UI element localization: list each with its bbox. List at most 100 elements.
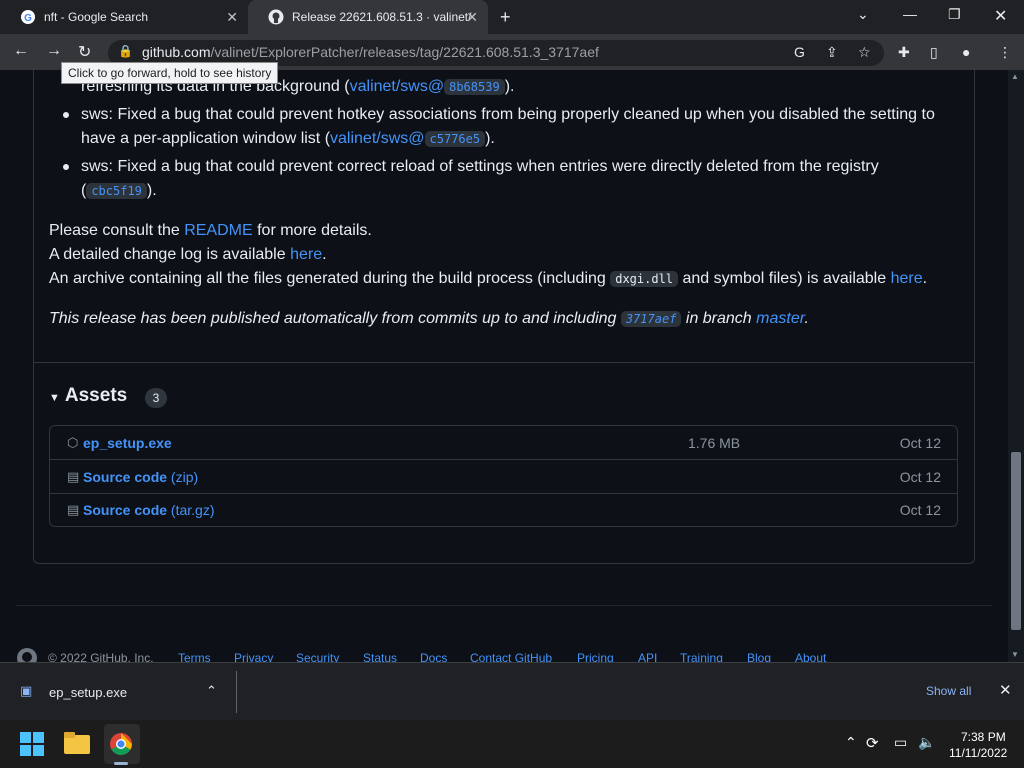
commit-link[interactable]: valinet/sws@ [350,78,445,95]
bookmark-star-icon[interactable]: ☆ [858,44,871,61]
chevron-up-icon[interactable]: ⌃ [845,734,857,751]
tab-google-search[interactable]: G nft - Google Search ✕ [0,0,248,34]
forward-icon[interactable]: → [46,42,62,60]
assets-count-badge: 3 [145,388,167,408]
asset-link[interactable]: ep_setup.exe [83,435,172,451]
assets-toggle[interactable]: ▼ Assets [49,385,127,407]
show-all-button[interactable]: Show all [926,684,971,698]
commit-code[interactable]: cbc5f19 [86,183,147,199]
asset-link[interactable]: Source code (tar.gz) [83,502,215,518]
volume-icon[interactable]: 🔈 [918,734,935,751]
triangle-down-icon: ▼ [49,392,60,404]
tab-strip: G nft - Google Search ✕ Release 22621.60… [0,0,1024,34]
tab-title: Release 22621.608.51.3 · valinet/E [292,10,472,24]
close-tab-icon[interactable]: ✕ [466,9,478,26]
close-window-icon[interactable]: ✕ [994,6,1007,26]
forward-tooltip: Click to go forward, hold to see history [61,62,278,84]
asset-size: 1.76 MB [688,435,741,451]
commit-link[interactable]: valinet/sws@ [330,130,425,147]
windows-taskbar: ⌃ ⟳ ▭ 🔈 7:38 PM 11/11/2022 [0,720,1024,768]
footer-link-api[interactable]: API [638,651,657,662]
chrome-icon [110,733,132,755]
scrollbar-thumb[interactable] [1011,452,1021,630]
footer-link-terms[interactable]: Terms [178,651,211,662]
dxgi-code: dxgi.dll [610,271,679,287]
bullet-text: (cbc5f19). [81,182,157,199]
url-text[interactable]: github.com/valinet/ExplorerPatcher/relea… [142,44,599,60]
footer-link-status[interactable]: Status [363,651,397,662]
minimize-icon[interactable]: — [903,6,917,22]
footer-link-blog[interactable]: Blog [747,651,771,662]
google-icon: G [21,10,35,24]
changelog-paragraph: A detailed change log is available here. [49,246,327,263]
asset-row: ⬡ ep_setup.exe 1.76 MB Oct 12 [50,426,957,460]
footer-link-security[interactable]: Security [296,651,339,662]
clock-date[interactable]: 11/11/2022 [949,746,1007,760]
asset-row: ▤ Source code (zip) Oct 12 [50,460,957,494]
close-shelf-icon[interactable]: ✕ [999,681,1012,699]
assets-table: ⬡ ep_setup.exe 1.76 MB Oct 12 ▤ Source c… [49,425,958,527]
tab-title: nft - Google Search [44,10,149,24]
github-release-page: refreshing its data in the background (v… [0,70,1008,662]
asset-date: Oct 12 [899,435,941,451]
close-tab-icon[interactable]: ✕ [226,9,238,26]
sync-icon[interactable]: ⟳ [866,734,879,752]
reload-icon[interactable]: ↻ [78,42,91,62]
windows-start-icon[interactable] [20,732,44,756]
menu-icon[interactable]: ⋮ [998,44,1012,61]
archive-link[interactable]: here [891,270,923,287]
maximize-icon[interactable]: ❐ [948,6,961,23]
google-lens-icon[interactable]: G [794,44,805,60]
commit-code[interactable]: 3717aef [620,311,682,327]
copyright: © 2022 GitHub, Inc. [48,651,154,662]
download-filename[interactable]: ep_setup.exe [49,685,127,700]
network-icon[interactable]: ▭ [894,734,907,751]
new-tab-icon[interactable]: + [500,7,511,28]
asset-date: Oct 12 [899,502,941,518]
asset-link[interactable]: Source code (zip) [83,469,198,485]
footer-link-pricing[interactable]: Pricing [577,651,614,662]
bullet-text: have a per-application window list (vali… [81,130,495,147]
clock-time[interactable]: 7:38 PM [961,730,1006,744]
bullet-dot [63,164,69,170]
lock-icon[interactable]: 🔒 [118,44,133,58]
active-app-indicator [114,762,128,765]
shelf-divider [236,671,237,713]
footer-link-training[interactable]: Training [680,651,723,662]
footer-divider [16,605,992,606]
scroll-up-icon[interactable]: ▲ [1011,72,1019,81]
github-icon [268,9,284,25]
divider [33,362,975,363]
readme-paragraph: Please consult the README for more detai… [49,222,372,239]
profile-icon[interactable]: ● [962,44,970,60]
bullet-text: sws: Fixed a bug that could prevent hotk… [81,106,935,123]
footer-link-docs[interactable]: Docs [420,651,447,662]
chevron-up-icon[interactable]: ⌃ [206,683,217,699]
share-icon[interactable]: ⇪ [826,44,838,61]
footer-link-contact[interactable]: Contact GitHub [470,651,552,662]
changelog-link[interactable]: here [290,246,322,263]
footer-link-about[interactable]: About [795,651,826,662]
commit-code[interactable]: c5776e5 [424,131,486,147]
bullet-text: sws: Fixed a bug that could prevent corr… [81,158,879,175]
footer-link-privacy[interactable]: Privacy [234,651,273,662]
branch-link[interactable]: master [756,310,804,327]
tab-search-icon[interactable]: ⌄ [857,6,869,23]
back-icon[interactable]: ← [13,42,29,60]
file-zip-icon: ▤ [67,469,80,484]
asset-row: ▤ Source code (tar.gz) Oct 12 [50,493,957,527]
commit-code[interactable]: 8b68539 [444,79,505,95]
readme-link[interactable]: README [184,222,252,239]
published-paragraph: This release has been published automati… [49,310,809,327]
asset-date: Oct 12 [899,469,941,485]
assets-heading: Assets [64,385,128,406]
github-logo-icon[interactable] [16,647,38,662]
file-zip-icon: ▤ [67,502,80,517]
extensions-icon[interactable]: ✚ [898,44,910,61]
file-explorer-icon[interactable] [64,732,90,754]
scroll-down-icon[interactable]: ▼ [1011,650,1019,659]
bullet-dot [63,112,69,118]
archive-paragraph: An archive containing all the files gene… [49,270,928,287]
tab-github-release[interactable]: Release 22621.608.51.3 · valinet/E ✕ [248,0,488,34]
side-panel-icon[interactable]: ▯ [930,44,938,61]
